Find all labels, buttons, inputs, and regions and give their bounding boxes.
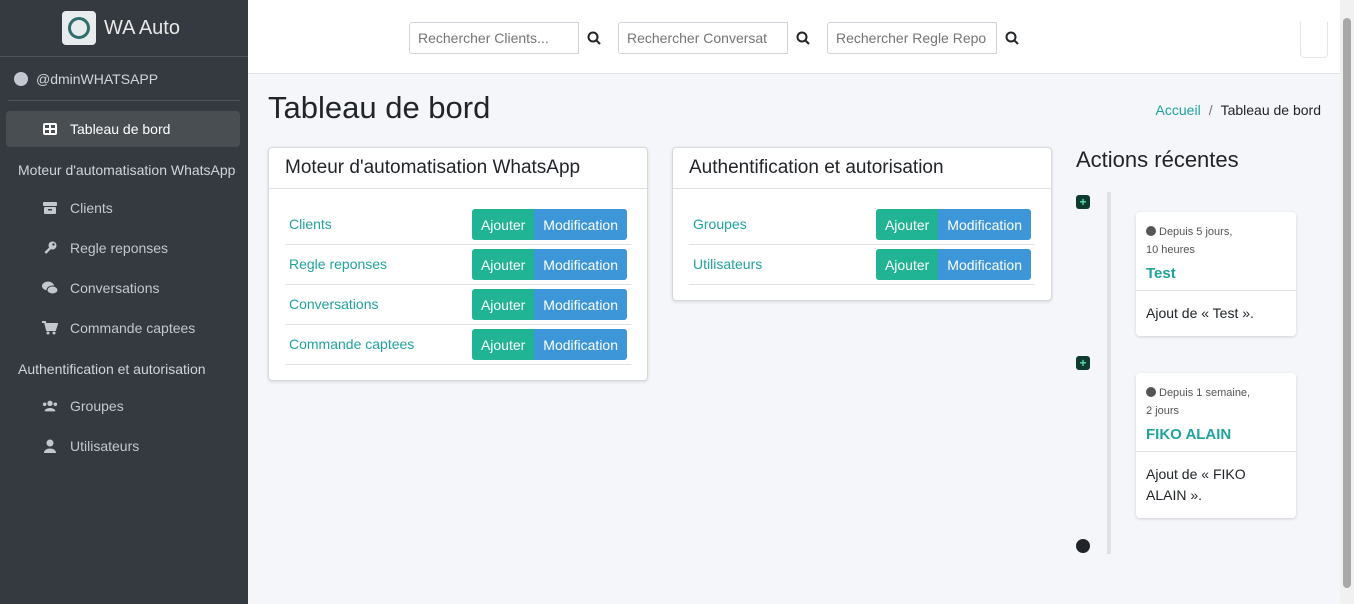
clock-icon [1146, 387, 1156, 397]
model-link[interactable]: Groupes [693, 216, 747, 232]
timeline-item-link[interactable]: Test [1136, 259, 1296, 291]
add-button[interactable]: Ajouter [471, 289, 535, 320]
timeline-time: Depuis 5 jours, 10 heures [1146, 226, 1233, 256]
search-icon [796, 31, 810, 45]
model-row-clients: Clients Ajouter Modification [285, 205, 631, 245]
user-panel[interactable]: @dminWHATSAPP [8, 57, 240, 101]
edit-button[interactable]: Modification [534, 249, 627, 280]
recent-actions-title: Actions récentes [1076, 147, 1239, 172]
timeline-item-body: Ajout de « Test ». [1146, 305, 1254, 321]
search-conversations [618, 22, 818, 54]
model-link[interactable]: Conversations [289, 296, 379, 312]
search-icon [1005, 31, 1019, 45]
model-link[interactable]: Regle reponses [289, 256, 387, 272]
search-regles [827, 22, 1027, 54]
key-icon [44, 241, 57, 254]
sidebar-item-dashboard[interactable]: Tableau de bord [6, 111, 240, 147]
page-title: Tableau de bord [268, 90, 491, 125]
breadcrumb-separator: / [1208, 102, 1213, 118]
sidebar-item-conversations[interactable]: Conversations [6, 270, 240, 306]
brand-link[interactable]: WA Auto [0, 0, 248, 57]
add-button[interactable]: Ajouter [471, 249, 535, 280]
model-row-commande-captees: Commande captees Ajouter Modification [285, 325, 631, 365]
sidebar-item-label: Conversations [70, 280, 160, 296]
model-row-conversations: Conversations Ajouter Modification [285, 285, 631, 325]
edit-button[interactable]: Modification [534, 289, 627, 320]
app-card-auth: Authentification et autorisation Groupes… [672, 147, 1052, 301]
sidebar-item-utilisateurs[interactable]: Utilisateurs [6, 428, 240, 464]
brand-logo-icon [62, 11, 96, 45]
clock-icon [1146, 226, 1156, 236]
sidebar-item-label: Commande captees [70, 320, 196, 336]
edit-button[interactable]: Modification [938, 249, 1031, 280]
breadcrumb-home-link[interactable]: Accueil [1156, 102, 1201, 118]
timeline-item: Depuis 1 semaine, 2 jours FIKO ALAIN Ajo… [1136, 373, 1296, 518]
timeline-item: Depuis 5 jours, 10 heures Test Ajout de … [1136, 212, 1296, 336]
scrollbar[interactable] [1340, 0, 1354, 604]
sidebar-item-label: Regle reponses [70, 240, 169, 256]
sidebar: WA Auto @dminWHATSAPP Tableau de bord Mo… [0, 0, 248, 604]
timeline-line [1107, 192, 1111, 554]
edit-button[interactable]: Modification [938, 209, 1031, 240]
timeline-item-body: Ajout de « FIKO ALAIN ». [1146, 466, 1246, 503]
model-link[interactable]: Commande captees [289, 336, 414, 352]
search-regles-input[interactable] [827, 22, 997, 54]
search-clients-input[interactable] [409, 22, 579, 54]
sidebar-item-label: Tableau de bord [70, 121, 171, 137]
search-clients-button[interactable] [579, 22, 609, 54]
timeline-item-link[interactable]: FIKO ALAIN [1136, 420, 1296, 452]
cart-icon [42, 321, 58, 335]
model-row-regle-reponses: Regle reponses Ajouter Modification [285, 245, 631, 285]
scrollbar-thumb[interactable] [1343, 18, 1351, 588]
add-button[interactable]: Ajouter [471, 209, 535, 240]
sidebar-section-whatsapp: Moteur d'automatisation WhatsApp [18, 162, 236, 178]
user-circle-icon [14, 71, 28, 86]
model-row-groupes: Groupes Ajouter Modification [689, 205, 1035, 245]
plus-icon: + [1076, 195, 1090, 209]
search-regles-button[interactable] [997, 22, 1027, 54]
timeline-time: Depuis 1 semaine, 2 jours [1146, 387, 1251, 417]
sidebar-item-groupes[interactable]: Groupes [6, 388, 240, 424]
search-icon [587, 31, 601, 45]
users-icon [42, 400, 58, 412]
sidebar-item-label: Groupes [70, 398, 124, 414]
brand-name: WA Auto [104, 16, 180, 39]
breadcrumb: Accueil / Tableau de bord [1156, 102, 1321, 118]
add-button[interactable]: Ajouter [875, 209, 939, 240]
sidebar-item-label: Clients [70, 200, 113, 216]
box-icon [43, 202, 57, 214]
clock-icon [1076, 539, 1090, 553]
sidebar-item-regle-reponses[interactable]: Regle reponses [6, 230, 240, 266]
top-navbar [248, 0, 1340, 74]
edit-button[interactable]: Modification [534, 329, 627, 360]
breadcrumb-current: Tableau de bord [1220, 102, 1321, 118]
app-card-whatsapp: Moteur d'automatisation WhatsApp Clients… [268, 147, 648, 381]
user-name: @dminWHATSAPP [36, 70, 159, 87]
search-clients [409, 22, 609, 54]
model-row-utilisateurs: Utilisateurs Ajouter Modification [689, 245, 1035, 285]
dashboard-grid-icon [43, 123, 57, 135]
card-title: Authentification et autorisation [673, 148, 1051, 189]
model-link[interactable]: Utilisateurs [693, 256, 762, 272]
search-conversations-input[interactable] [618, 22, 788, 54]
comments-icon [42, 281, 58, 295]
plus-icon: + [1076, 356, 1090, 370]
search-conversations-button[interactable] [788, 22, 818, 54]
user-icon [44, 439, 56, 453]
card-title: Moteur d'automatisation WhatsApp [269, 148, 647, 189]
add-button[interactable]: Ajouter [471, 329, 535, 360]
model-link[interactable]: Clients [289, 216, 332, 232]
add-button[interactable]: Ajouter [875, 249, 939, 280]
sidebar-item-label: Utilisateurs [70, 438, 140, 454]
sidebar-item-clients[interactable]: Clients [6, 190, 240, 226]
sidebar-section-auth: Authentification et autorisation [18, 361, 206, 377]
edit-button[interactable]: Modification [534, 209, 627, 240]
sidebar-item-commande-captees[interactable]: Commande captees [6, 310, 240, 346]
navbar-menu-button[interactable] [1300, 22, 1328, 58]
